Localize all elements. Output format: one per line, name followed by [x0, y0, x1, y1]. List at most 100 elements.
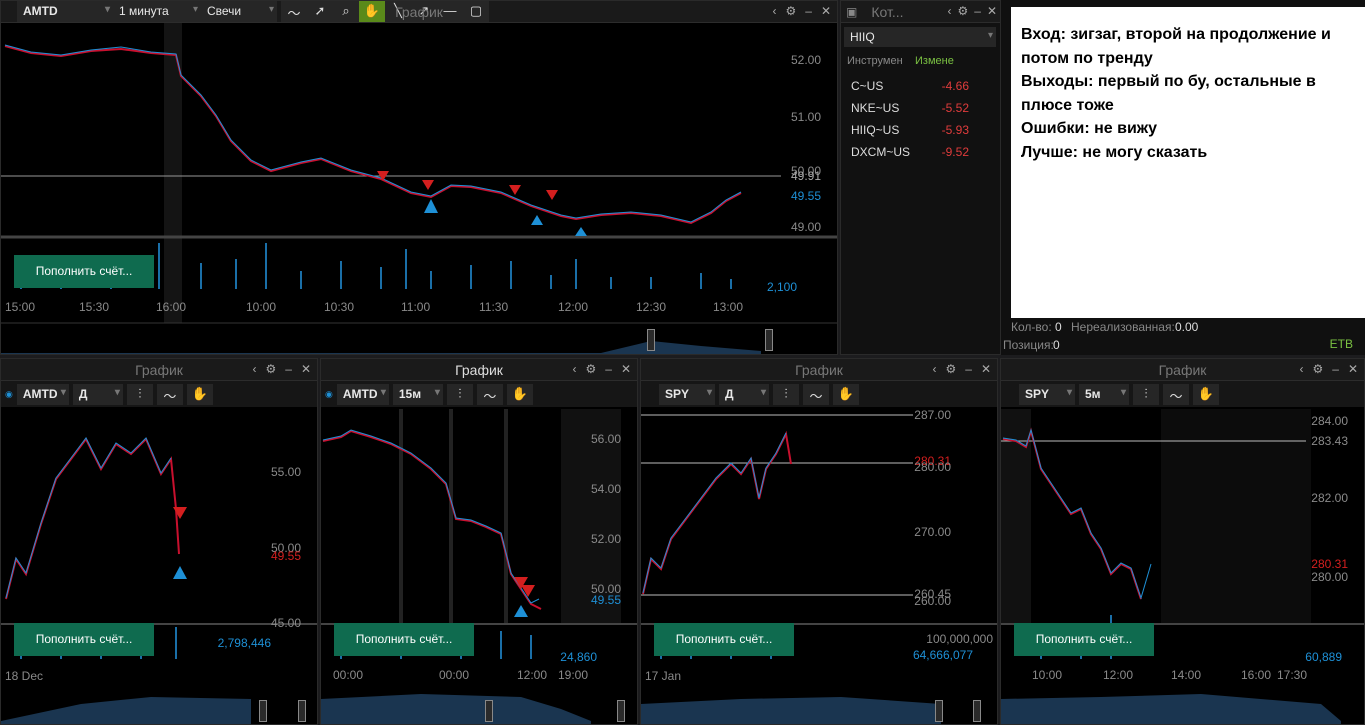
x-label: 17 Jan	[645, 669, 682, 683]
close-icon[interactable]: ✕	[987, 4, 997, 18]
x-label: 12:00	[1103, 668, 1134, 682]
y-label: 49.91	[790, 169, 821, 183]
collapse-icon[interactable]: ‹	[947, 4, 951, 18]
x-label: 17:30	[1277, 668, 1308, 682]
y-label: 280.00	[914, 460, 951, 474]
last-price-label: 49.55	[270, 549, 301, 563]
note-line: Вход: зигзаг, второй на продолжение и по…	[1021, 26, 1331, 67]
x-label: 16:00	[156, 300, 187, 314]
unrealized-value: 0.00	[1175, 320, 1199, 334]
scroll-handle-left[interactable]	[259, 700, 267, 722]
y-label: 287.00	[914, 408, 951, 422]
quote-symbol: DXCM~US	[851, 145, 911, 159]
scroll-handle-left[interactable]	[485, 700, 493, 722]
qty-value: 0	[1055, 320, 1062, 334]
x-label: 15:30	[79, 300, 110, 314]
volume-label: 64,666,077	[912, 648, 973, 662]
gear-icon[interactable]: ⚙	[957, 4, 968, 18]
y-label: 52.00	[790, 53, 821, 67]
x-label: 19:00	[558, 668, 589, 682]
x-label: 18 Dec	[5, 669, 44, 683]
quotes-table: C~US -4.66 NKE~US -5.52 HIIQ~US -5.93 DXCM~…	[845, 74, 975, 164]
x-label: 11:30	[479, 300, 509, 314]
y-label: 55.00	[270, 465, 301, 479]
x-label: 00:00	[439, 668, 470, 682]
x-label: 12:00	[558, 300, 589, 314]
quote-symbol: NKE~US	[851, 101, 900, 115]
y-label: 282.00	[1311, 491, 1348, 505]
y-label: 52.00	[590, 532, 621, 546]
scroll-handle-right[interactable]	[973, 700, 981, 722]
x-label: 16:00	[1241, 668, 1272, 682]
quote-change: -5.93	[941, 123, 969, 137]
last-price-label: 280.31	[1311, 557, 1348, 571]
note-line: Выходы: первый по бу, остальные в плюсе …	[1021, 73, 1316, 114]
deposit-button[interactable]: Пополнить счёт...	[334, 623, 474, 656]
y-label: 284.00	[1311, 414, 1348, 428]
volume-label: 2,100	[766, 280, 797, 294]
deposit-button[interactable]: Пополнить счёт...	[654, 623, 794, 656]
x-label: 12:30	[636, 300, 667, 314]
quote-symbol: C~US	[851, 79, 884, 93]
note-line: Ошибки: не вижу	[1021, 120, 1158, 137]
x-label: 13:00	[713, 300, 744, 314]
x-label: 14:00	[1171, 668, 1202, 682]
x-label: 11:00	[401, 300, 431, 314]
x-label: 10:00	[246, 300, 277, 314]
y-label: 260.00	[914, 594, 951, 608]
x-label: 00:00	[333, 668, 364, 682]
table-row[interactable]: DXCM~US -9.52	[847, 142, 973, 162]
chart-panel-2: График ‹⚙–✕ ◉ AMTD 15м ⫶ 〜 ✋ 56.00 54.00…	[320, 358, 638, 725]
scroll-handle-right[interactable]	[617, 700, 625, 722]
y-label: 45.00	[270, 616, 301, 630]
quote-change: -5.52	[941, 101, 969, 115]
volume-label: 24,860	[560, 650, 597, 664]
position-value: 0	[1053, 338, 1060, 352]
col-change[interactable]: Измене	[915, 55, 954, 67]
quotes-title: Кот...	[871, 3, 904, 20]
y-label: 54.00	[590, 482, 621, 496]
chart-panel-4: График ‹⚙–✕ SPY 5м ⫶ 〜 ✋ 284.00 283.43 2…	[1000, 358, 1365, 725]
qty-label: Кол-во:	[1011, 320, 1052, 334]
quotes-panel: ▣ Кот... ‹ ⚙–✕ HIIQ Инструмен Измене C~US…	[840, 0, 1001, 355]
col-instrument[interactable]: Инструмен	[847, 55, 903, 67]
note-line: Лучше: не могу сказать	[1021, 143, 1208, 161]
position-bar: Кол-во: 0 Нереализованная: 0.00 Позиция:…	[1003, 318, 1363, 354]
y-label: 51.00	[790, 110, 821, 124]
y-label: 283.43	[1311, 434, 1348, 448]
scroll-handle-left[interactable]	[935, 700, 943, 722]
quote-change: -9.52	[941, 145, 969, 159]
y-label: 49.00	[790, 220, 821, 234]
deposit-button[interactable]: Пополнить счёт...	[14, 255, 154, 288]
y-label: 280.00	[1311, 570, 1348, 584]
scroll-handle-right[interactable]	[298, 700, 306, 722]
exchange-label[interactable]: ETB	[1330, 337, 1353, 351]
x-label: 15:00	[5, 300, 36, 314]
quote-change: -4.66	[941, 79, 969, 93]
volume-label: 2,798,446	[217, 636, 271, 650]
main-chart-panel: AMTD 1 минута Свечи 〜 ➚ ⌕ ✋ ╲ ↗ — ▢ Граф…	[0, 0, 838, 355]
x-label: 12:00	[517, 668, 548, 682]
chart-panel-3: График ‹⚙–✕ SPY Д ⫶ 〜 ✋ 287.00 280.31 28…	[640, 358, 998, 725]
quote-symbol: HIIQ~US	[851, 123, 900, 137]
quote-symbol-input[interactable]: HIIQ	[844, 27, 996, 47]
volume-scale-label: 100,000,000	[926, 632, 993, 646]
scroll-handle-right[interactable]	[765, 329, 773, 351]
volume-label: 60,889	[1305, 650, 1342, 664]
monitor-icon: ▣	[846, 4, 858, 19]
last-price-label: 49.55	[790, 189, 821, 203]
scroll-handle-left[interactable]	[647, 329, 655, 351]
chart-panel-1: График ‹⚙–✕ ◉ AMTD Д ⫶ 〜 ✋ 55.00 50.00 4…	[0, 358, 318, 725]
minimize-icon[interactable]: –	[974, 4, 981, 18]
deposit-button[interactable]: Пополнить счёт...	[14, 623, 154, 656]
trade-note: Вход: зигзаг, второй на продолжение и по…	[1011, 7, 1365, 318]
unrealized-label: Нереализованная:	[1071, 320, 1175, 334]
y-label: 56.00	[590, 432, 621, 446]
table-row[interactable]: C~US -4.66	[847, 76, 973, 96]
deposit-button[interactable]: Пополнить счёт...	[1014, 623, 1154, 656]
table-row[interactable]: HIIQ~US -5.93	[847, 120, 973, 140]
x-label: 10:00	[1032, 668, 1063, 682]
quotes-titlebar: ▣ Кот... ‹ ⚙ – ✕	[841, 1, 1000, 23]
last-price-label: 49.55	[590, 593, 621, 607]
table-row[interactable]: NKE~US -5.52	[847, 98, 973, 118]
